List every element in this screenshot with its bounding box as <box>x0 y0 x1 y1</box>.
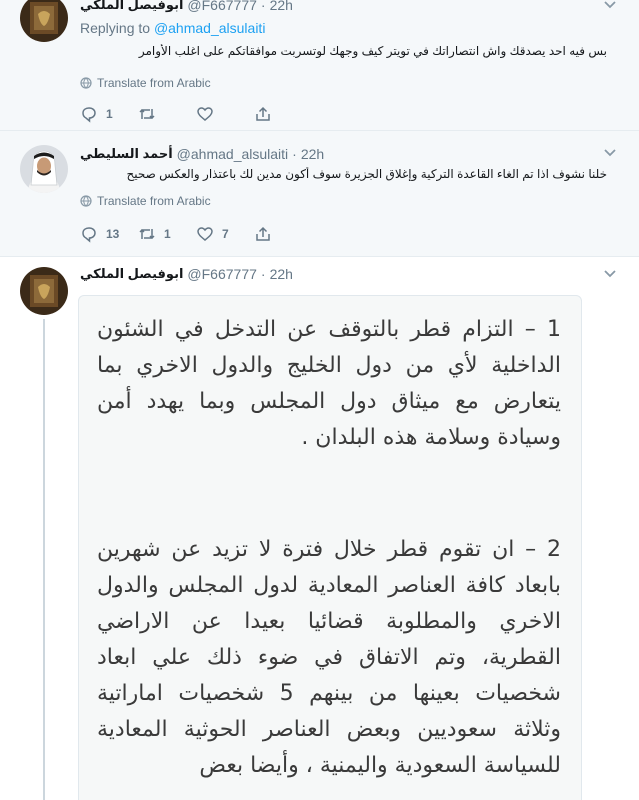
replying-label: Replying to <box>80 20 151 36</box>
reply-button[interactable]: 13 <box>80 225 138 243</box>
tweet-header: أحمد السليطي @ahmad_alsulaiti · 22h <box>80 145 603 163</box>
separator-dot: · <box>260 0 266 13</box>
tweet-2[interactable]: أحمد السليطي @ahmad_alsulaiti · 22h خلنا… <box>0 131 639 257</box>
timestamp[interactable]: 22h <box>270 0 293 13</box>
thread-line <box>43 319 45 800</box>
caret-down-icon[interactable] <box>603 0 617 11</box>
display-name[interactable]: أحمد السليطي <box>80 146 173 162</box>
tweet-text: خلنا نشوف اذا تم الغاء القاعدة التركية و… <box>126 167 607 181</box>
like-icon <box>197 227 213 241</box>
like-button[interactable]: 7 <box>196 225 254 243</box>
like-icon <box>197 107 213 121</box>
tweet-3[interactable]: ابوفيصل الملكي @F667777 · 22h 1 – التزام… <box>0 257 639 800</box>
avatar[interactable] <box>20 0 68 42</box>
share-button[interactable] <box>254 105 274 123</box>
tweet-actions: 1 <box>80 104 274 124</box>
reply-button[interactable]: 1 <box>80 105 138 123</box>
separator-dot: · <box>260 266 266 282</box>
display-name[interactable]: ابوفيصل الملكي <box>80 0 183 13</box>
image-paragraph-2: 2 – ان تقوم قطر خلال فترة لا تزيد عن شهر… <box>97 537 561 778</box>
translate-link[interactable]: Translate from Arabic <box>80 194 211 208</box>
share-icon <box>256 106 270 121</box>
translate-label[interactable]: Translate from Arabic <box>97 194 211 208</box>
tweet-actions: 13 1 7 <box>80 224 274 244</box>
mention-link[interactable]: @ahmad_alsulaiti <box>154 20 266 36</box>
retweet-count: 1 <box>164 227 171 241</box>
share-button[interactable] <box>254 225 274 243</box>
like-button[interactable] <box>196 105 254 123</box>
avatar[interactable] <box>20 267 68 315</box>
tweet-header: ابوفيصل الملكي @F667777 · 22h <box>80 0 603 14</box>
user-handle[interactable]: @F667777 <box>187 0 256 13</box>
translate-label[interactable]: Translate from Arabic <box>97 76 211 90</box>
retweet-button[interactable] <box>138 105 196 123</box>
retweet-icon <box>139 108 155 120</box>
globe-icon <box>80 195 92 207</box>
translate-link[interactable]: Translate from Arabic <box>80 76 211 90</box>
timestamp[interactable]: 22h <box>270 266 293 282</box>
reply-icon <box>82 107 96 123</box>
share-icon <box>256 226 270 241</box>
reply-icon <box>82 227 96 243</box>
tweet-text: بس فيه احد يصدقك واش انتصاراتك في تويتر … <box>138 44 607 58</box>
retweet-icon <box>139 228 155 240</box>
display-name[interactable]: ابوفيصل الملكي <box>80 266 183 282</box>
avatar[interactable] <box>20 145 68 193</box>
tweet-1[interactable]: ابوفيصل الملكي @F667777 · 22h Replying t… <box>0 0 639 131</box>
globe-icon <box>80 77 92 89</box>
caret-down-icon[interactable] <box>603 266 617 280</box>
replying-to: Replying to @ahmad_alsulaiti <box>80 20 265 36</box>
separator-dot: · <box>292 146 297 162</box>
reply-count: 1 <box>106 107 113 121</box>
tweet-image[interactable]: 1 – التزام قطر بالتوقف عن التدخل في الشئ… <box>78 295 582 800</box>
user-handle[interactable]: @F667777 <box>187 266 256 282</box>
caret-down-icon[interactable] <box>603 145 617 159</box>
user-handle[interactable]: @ahmad_alsulaiti <box>177 146 289 162</box>
image-paragraph-1: 1 – التزام قطر بالتوقف عن التدخل في الشئ… <box>97 317 561 450</box>
timestamp[interactable]: 22h <box>301 146 324 162</box>
like-count: 7 <box>222 227 229 241</box>
tweet-header: ابوفيصل الملكي @F667777 · 22h <box>80 265 603 283</box>
reply-count: 13 <box>106 227 120 241</box>
retweet-button[interactable]: 1 <box>138 225 196 243</box>
